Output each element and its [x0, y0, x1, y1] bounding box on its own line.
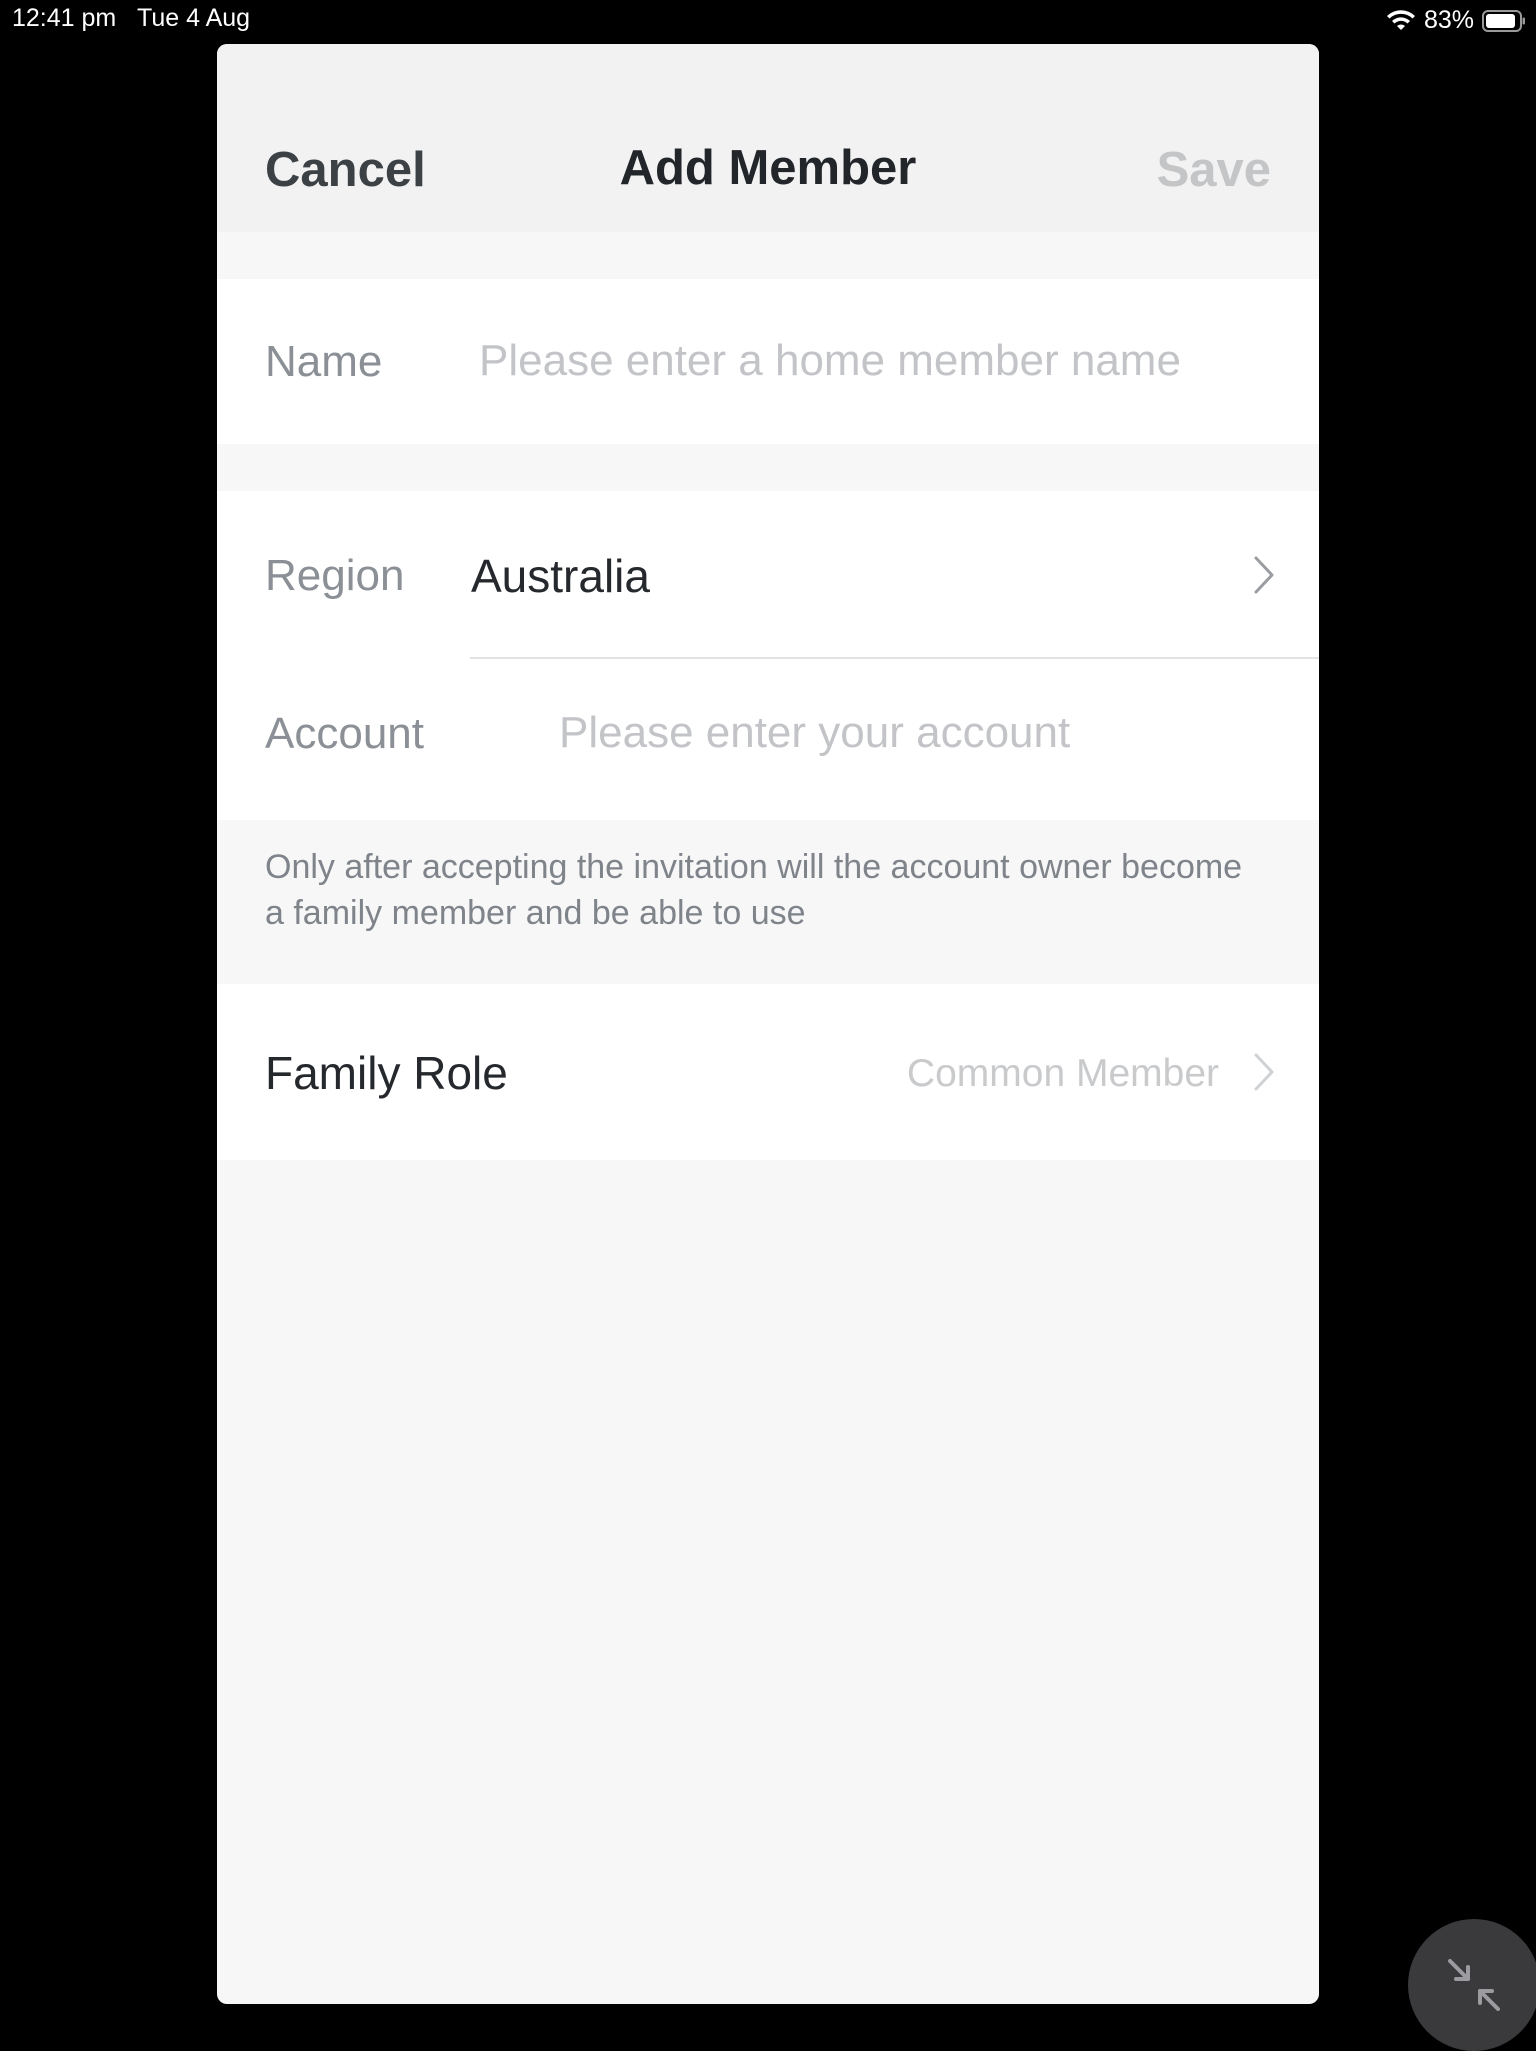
add-member-sheet: Cancel Add Member Save Name Region Austr… [217, 44, 1319, 2004]
status-time: 12:41 pm [12, 4, 117, 32]
family-role-label: Family Role [265, 1047, 508, 1099]
battery-percent: 83% [1423, 6, 1474, 34]
name-label: Name [265, 337, 383, 386]
nav-bar: Cancel Add Member Save [217, 44, 1319, 232]
status-indicators: 83% [1386, 6, 1526, 35]
family-role-row[interactable]: Family Role Common Member [217, 984, 1319, 1160]
name-row: Name [217, 279, 1319, 444]
wifi-icon [1386, 9, 1415, 30]
chevron-right-icon [1254, 1053, 1274, 1091]
status-date: Tue 4 Aug [137, 4, 251, 32]
invitation-info-text: Only after accepting the invitation will… [265, 848, 1243, 932]
collapse-arrows-icon [1448, 1959, 1500, 2011]
account-row: Account [217, 659, 1319, 820]
account-label: Account [265, 709, 424, 758]
family-role-value: Common Member [906, 1052, 1219, 1095]
battery-icon [1482, 9, 1525, 32]
chevron-right-icon [1254, 556, 1274, 594]
page-title: Add Member [619, 141, 917, 195]
status-bar: 12:41 pm Tue 4 Aug 83% [0, 0, 1536, 40]
save-button[interactable]: Save [1157, 142, 1271, 198]
collapse-button[interactable] [1408, 1919, 1536, 2051]
region-row[interactable]: Region Australia [217, 491, 1319, 659]
region-value: Australia [471, 550, 650, 602]
account-input[interactable] [557, 697, 1281, 769]
name-input[interactable] [477, 325, 1281, 397]
region-label: Region [265, 551, 405, 600]
